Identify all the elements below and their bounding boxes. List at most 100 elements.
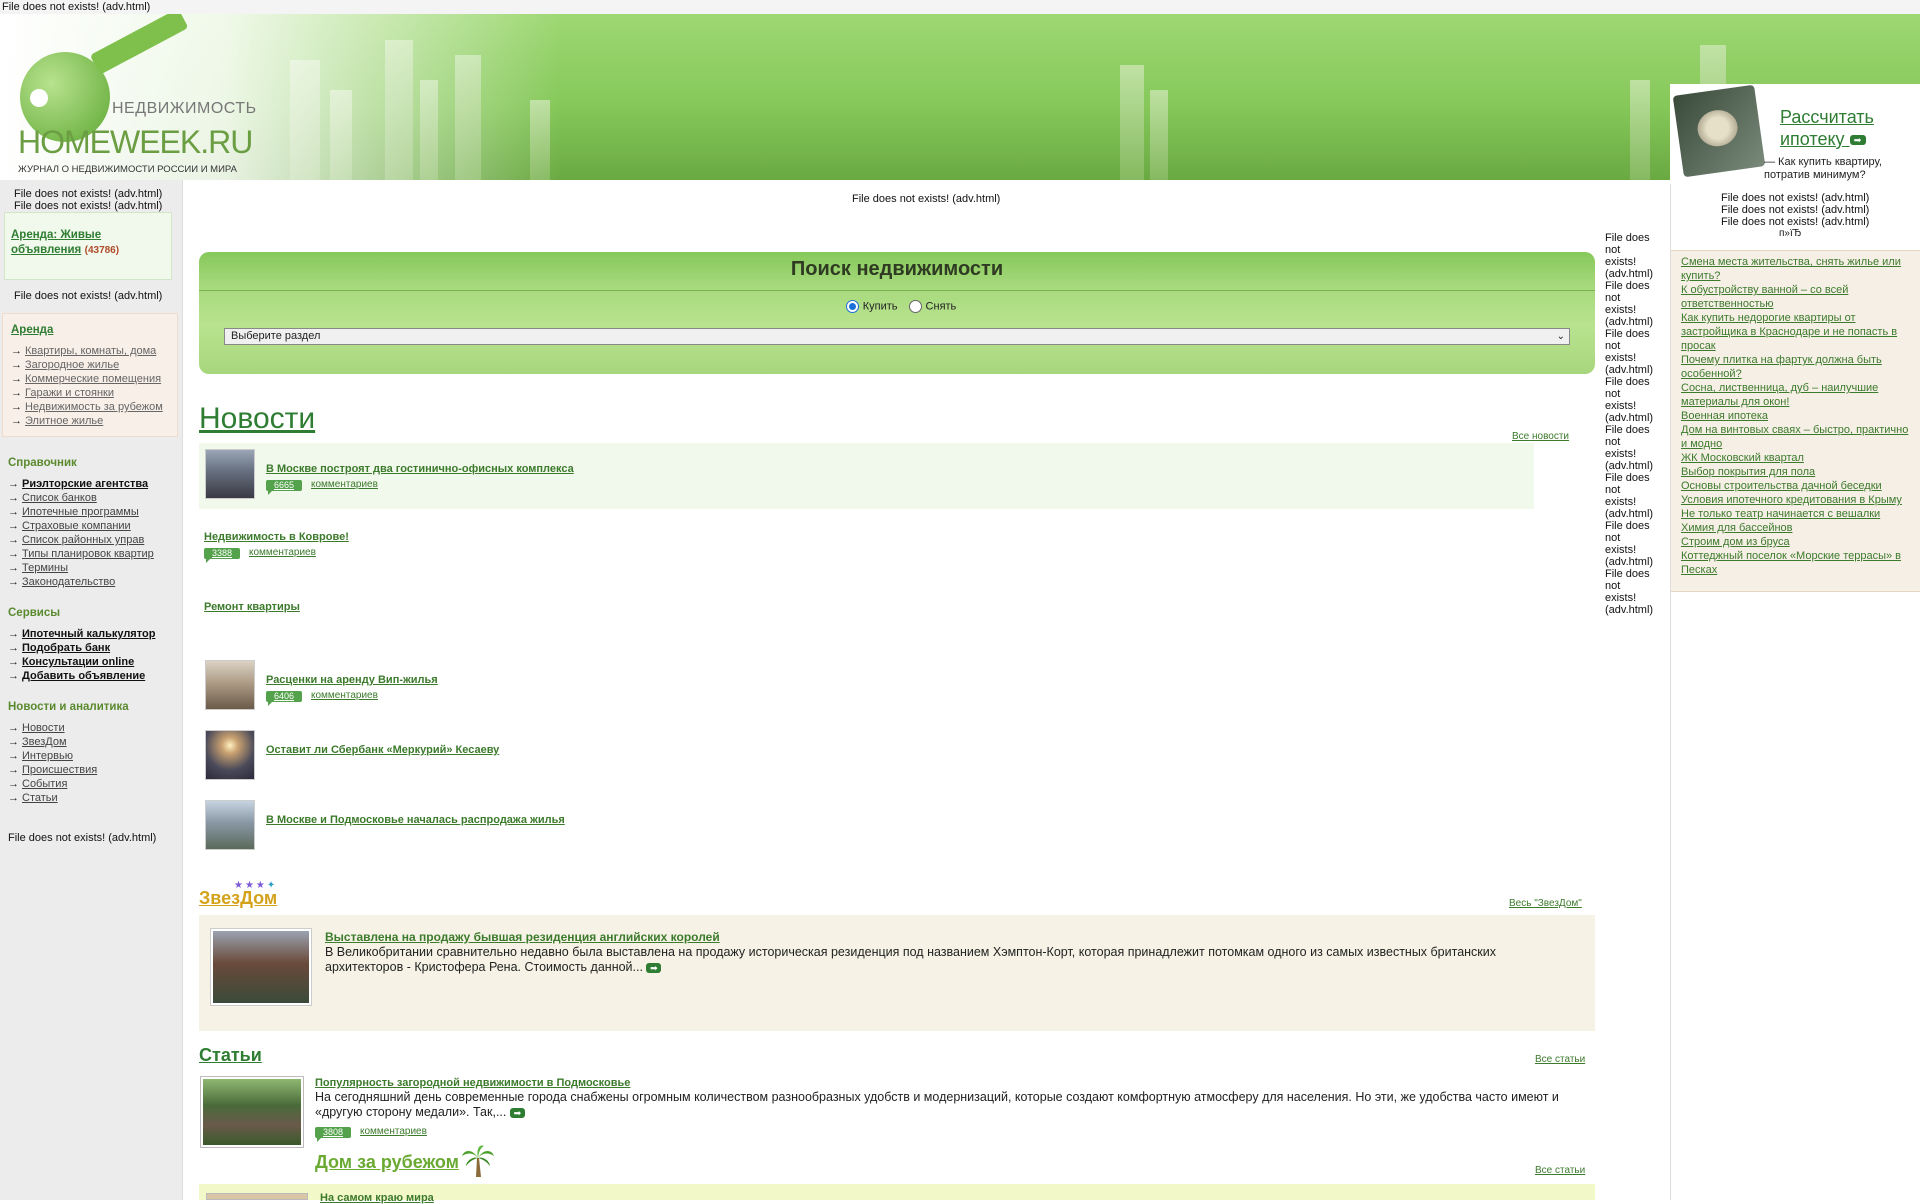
spravochnik-item[interactable]: Риэлторские агентства [8,477,154,491]
zvezdom-heading[interactable]: ЗвезДом [199,888,277,909]
error-message: File does not exists! (adv.html) [1605,376,1654,424]
arenda-item[interactable]: Коммерческие помещения [11,372,177,386]
all-news-link[interactable]: Все новости [1512,431,1569,442]
right-article-link[interactable]: Как купить недорогие квартиры от застрой… [1681,311,1917,353]
analytics-item[interactable]: ЗвезДом [8,735,129,749]
radio-rent[interactable] [908,300,922,313]
spravochnik-item[interactable]: Страховые компании [8,519,154,533]
all-zvezdom-link[interactable]: Весь "ЗвезДом" [1509,898,1582,909]
analytics-item[interactable]: Интервью [8,749,129,763]
comments-link[interactable]: комментариев [249,547,316,558]
arenda-heading[interactable]: Аренда [11,324,53,336]
zvezdom-image[interactable] [211,929,311,1005]
services-item[interactable]: Ипотечный калькулятор [8,627,155,641]
news-thumbnail[interactable] [205,800,255,850]
comment-count-badge[interactable]: 3808 [315,1127,352,1142]
read-more-icon[interactable]: ➡ [646,962,662,973]
article-title-link[interactable]: Популярность загородной недвижимости в П… [315,1077,630,1089]
news-title-link[interactable]: Оставит ли Сбербанк «Меркурий» Кесаеву [266,744,499,756]
error-message: File does not exists! (adv.html) [1721,204,1870,216]
right-article-link[interactable]: Смена места жительства, снять жилье или … [1681,255,1917,283]
error-message: File does not exists! (adv.html) [1605,280,1654,328]
rent-live-count: (43786) [84,245,120,256]
right-article-link[interactable]: Сосна, лиственница, дуб – наилучшие мате… [1681,381,1917,409]
right-article-link[interactable]: К обустройству ванной – со всей ответств… [1681,283,1917,311]
right-article-link[interactable]: Химия для бассейнов [1681,521,1917,535]
error-message: File does not exists! (adv.html) [1605,424,1654,472]
right-article-link[interactable]: Почему плитка на фартук должна быть особ… [1681,353,1917,381]
spravochnik-item[interactable]: Список районных управ [8,533,154,547]
news-thumbnail[interactable] [205,660,255,710]
spravochnik-item[interactable]: Список банков [8,491,154,505]
news-title-link[interactable]: Ремонт квартиры [204,601,300,613]
arenda-item[interactable]: Гаражи и стоянки [11,386,177,400]
right-article-link[interactable]: Строим дом из бруса [1681,535,1917,549]
all-articles-link[interactable]: Все статьи [1535,1054,1585,1065]
news-title-link[interactable]: Расценки на аренду Вип-жилья [266,674,438,686]
news-item: В Москве построят два гостинично-офисных… [199,443,1534,509]
news-title-link[interactable]: Недвижимость в Коврове! [204,531,349,543]
news-thumbnail[interactable] [205,730,255,780]
zvezdom-title-link[interactable]: Выставлена на продажу бывшая резиденция … [325,930,720,944]
analytics-item[interactable]: Статьи [8,791,129,805]
calc-mortgage-link[interactable]: Рассчитать ипотеку ➡ [1780,106,1920,150]
comments-link[interactable]: комментариев [360,1126,427,1137]
mortgage-calc-widget: Рассчитать ипотеку ➡ — Как купить кварти… [1670,84,1920,184]
abroad-title-link[interactable]: На самом краю мира [320,1192,434,1204]
spravochnik-item[interactable]: Типы планировок квартир [8,547,154,561]
stray-text: п»їЂ [1779,228,1802,239]
services-section: Сервисы Ипотечный калькулятор Подобрать … [8,607,155,683]
section-select[interactable]: Выберите раздел ⌄ [224,328,1570,345]
all-abroad-articles-link[interactable]: Все статьи [1535,1165,1585,1176]
abroad-heading[interactable]: Дом за рубежом [315,1152,459,1173]
right-article-link[interactable]: Дом на винтовых сваях – быстро, практичн… [1681,423,1917,451]
articles-heading[interactable]: Статьи [199,1045,262,1066]
news-item: Расценки на аренду Вип-жилья 6406 коммен… [199,654,1534,720]
logo-tagline: ЖУРНАЛ О НЕДВИЖИМОСТИ РОССИИ И МИРА [18,164,237,175]
right-article-link[interactable]: Военная ипотека [1681,409,1917,423]
arenda-item[interactable]: Квартиры, комнаты, дома [11,344,177,358]
abroad-image[interactable] [206,1193,308,1200]
error-message: File does not exists! (adv.html) [1605,472,1654,520]
right-article-link[interactable]: Основы строительства дачной беседки [1681,479,1917,493]
news-title-link[interactable]: В Москве построят два гостинично-офисных… [266,463,574,475]
analytics-item[interactable]: Происшествия [8,763,129,777]
chevron-down-icon: ⌄ [1556,331,1565,342]
analytics-item[interactable]: Новости [8,721,129,735]
arenda-item[interactable]: Загородное жилье [11,358,177,372]
search-title: Поиск недвижимости [790,258,1004,280]
news-thumbnail[interactable] [205,449,255,499]
arenda-item[interactable]: Недвижимость за рубежом [11,400,177,414]
spravochnik-item[interactable]: Термины [8,561,154,575]
read-more-icon[interactable]: ➡ [509,1107,525,1118]
error-message: File does not exists! (adv.html) [8,832,157,844]
right-article-link[interactable]: Не только театр начинается с вешалки [1681,507,1917,521]
rent-live-box: Аренда: Живые объявления (43786) [4,212,172,280]
analytics-item[interactable]: События [8,777,129,791]
radio-buy[interactable] [845,300,859,313]
arenda-item[interactable]: Элитное жилье [11,414,177,428]
services-item[interactable]: Консультации online [8,655,155,669]
spravochnik-item[interactable]: Законодательство [8,575,154,589]
news-heading[interactable]: Новости [199,402,315,436]
radio-buy-label: Купить [862,300,898,313]
right-article-link[interactable]: ЖК Московский квартал [1681,451,1917,465]
news-title-link[interactable]: В Москве и Подмосковье началась распрода… [266,814,565,826]
comment-count-badge[interactable]: 6406 [266,691,303,706]
right-article-link[interactable]: Коттеджный поселок «Морские террасы» в П… [1681,549,1917,577]
right-article-link[interactable]: Условия ипотечного кредитования в Крыму [1681,493,1917,507]
error-messages: File does not exists! (adv.html) File do… [1721,192,1869,240]
comment-count-badge[interactable]: 6665 [266,480,303,495]
spravochnik-item[interactable]: Ипотечные программы [8,505,154,519]
arrow-right-icon: ➡ [1849,135,1866,146]
services-item[interactable]: Подобрать банк [8,641,155,655]
comment-count-badge[interactable]: 3388 [204,548,241,563]
article-image[interactable] [201,1077,303,1147]
services-item[interactable]: Добавить объявление [8,669,155,683]
analytics-section: Новости и аналитика Новости ЗвезДом Инте… [8,701,129,805]
right-article-link[interactable]: Выбор покрытия для пола [1681,465,1917,479]
comments-link[interactable]: комментариев [311,690,378,701]
comments-link[interactable]: комментариев [311,479,378,490]
logo[interactable]: HOMEWEEK.RU [18,124,253,161]
error-message: File does not exists! (adv.html) [14,200,163,212]
